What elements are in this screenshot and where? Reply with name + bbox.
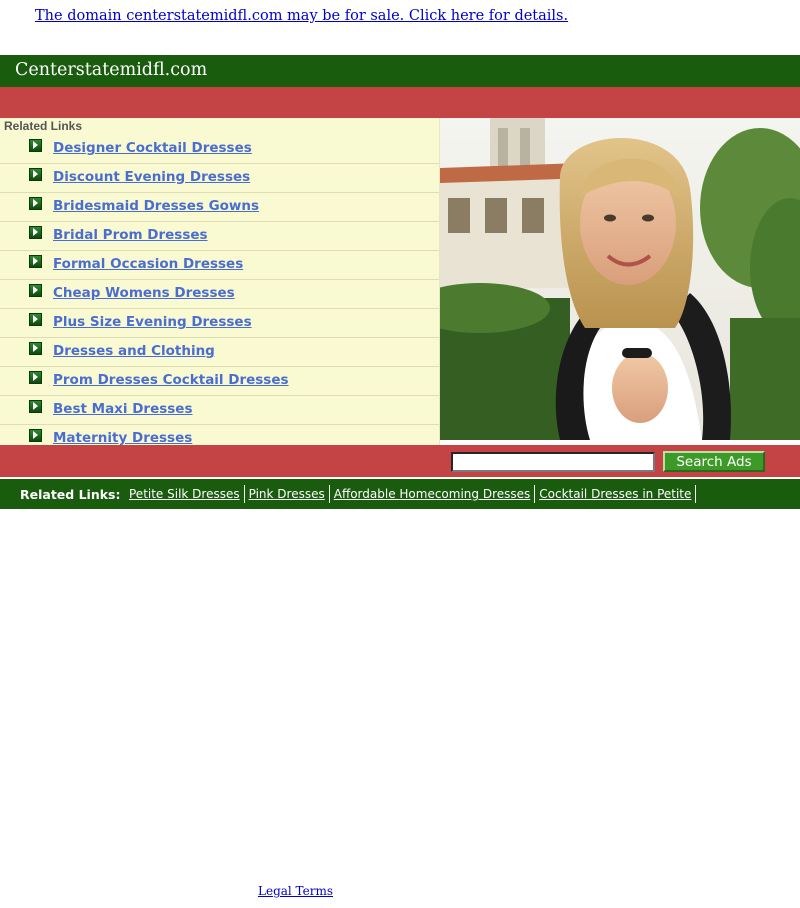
related-bar-link[interactable]: Pink Dresses [245,485,330,503]
related-bar-link[interactable]: Affordable Homecoming Dresses [330,485,536,503]
header-bar: Centerstatemidfl.com [0,55,800,87]
smiling-student-photo [440,118,800,440]
arrow-bullet-icon [29,429,42,442]
related-link[interactable]: Designer Cocktail Dresses [53,140,252,156]
arrow-bullet-icon [29,284,42,297]
list-item: Designer Cocktail Dresses [0,135,439,164]
red-divider-bar [0,87,800,118]
arrow-bullet-icon [29,139,42,152]
legal-terms-link[interactable]: Legal Terms [258,884,333,898]
list-item: Dresses and Clothing [0,338,439,367]
related-link[interactable]: Bridal Prom Dresses [53,227,208,243]
related-links-bar: Related Links: Petite Silk Dresses Pink … [0,479,800,509]
list-item: Formal Occasion Dresses [0,251,439,280]
search-bar: Search Ads [0,445,800,477]
arrow-bullet-icon [29,226,42,239]
related-link[interactable]: Prom Dresses Cocktail Dresses [53,372,289,388]
arrow-bullet-icon [29,168,42,181]
arrow-bullet-icon [29,371,42,384]
search-ads-button[interactable]: Search Ads [663,451,765,472]
list-item: Prom Dresses Cocktail Dresses [0,367,439,396]
list-item: Best Maxi Dresses [0,396,439,425]
arrow-bullet-icon [29,342,42,355]
site-title: Centerstatemidfl.com [15,60,208,80]
related-links-label: Related Links: [20,487,121,502]
related-bar-link[interactable]: Cocktail Dresses in Petite [535,485,697,503]
related-link[interactable]: Formal Occasion Dresses [53,256,243,272]
list-item: Discount Evening Dresses [0,164,439,193]
arrow-bullet-icon [29,255,42,268]
related-link[interactable]: Bridesmaid Dresses Gowns [53,198,259,214]
list-item: Bridal Prom Dresses [0,222,439,251]
list-item: Bridesmaid Dresses Gowns [0,193,439,222]
related-links-row: Petite Silk Dresses Pink Dresses Afforda… [125,485,697,503]
related-link[interactable]: Discount Evening Dresses [53,169,250,185]
arrow-bullet-icon [29,197,42,210]
list-item: Cheap Womens Dresses [0,280,439,309]
related-link[interactable]: Plus Size Evening Dresses [53,314,252,330]
arrow-bullet-icon [29,400,42,413]
arrow-bullet-icon [29,313,42,326]
related-link[interactable]: Best Maxi Dresses [53,401,193,417]
related-links-list: Designer Cocktail Dresses Discount Eveni… [0,135,439,453]
list-item: Plus Size Evening Dresses [0,309,439,338]
related-link[interactable]: Maternity Dresses [53,430,192,446]
domain-for-sale-link[interactable]: The domain centerstatemidfl.com may be f… [35,8,568,24]
related-link[interactable]: Dresses and Clothing [53,343,215,359]
related-bar-link[interactable]: Petite Silk Dresses [125,485,245,503]
related-links-panel: Related Links Designer Cocktail Dresses … [0,118,440,446]
search-input[interactable] [451,452,655,472]
related-link[interactable]: Cheap Womens Dresses [53,285,235,301]
related-links-heading: Related Links [4,119,83,133]
